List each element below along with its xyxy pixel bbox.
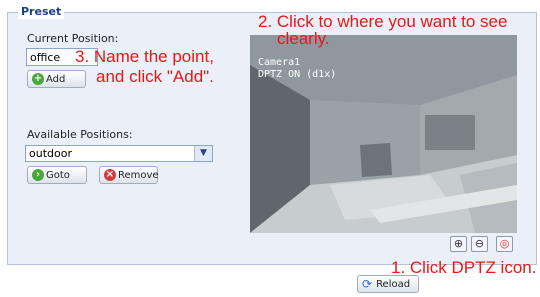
camera-name: Camera1 bbox=[258, 57, 301, 68]
remove-icon: × bbox=[104, 169, 116, 181]
reload-button-label: Reload bbox=[376, 278, 411, 290]
annotation-step-3-line1: 3. Name the point, bbox=[75, 47, 214, 66]
available-positions-label: Available Positions: bbox=[27, 128, 133, 141]
available-positions-select[interactable]: outdoor ▼ bbox=[25, 145, 213, 162]
zoom-in-icon[interactable]: ⊕ bbox=[450, 236, 467, 252]
annotation-step-2-line2: clearly. bbox=[277, 29, 330, 48]
current-position-label: Current Position: bbox=[27, 32, 119, 45]
add-button-label: Add bbox=[46, 73, 66, 85]
remove-button[interactable]: × Remove bbox=[99, 166, 159, 184]
reload-button[interactable]: ⟳ Reload bbox=[357, 275, 419, 293]
add-button[interactable]: + Add bbox=[27, 70, 86, 88]
chevron-down-icon[interactable]: ▼ bbox=[194, 146, 212, 161]
remove-button-label: Remove bbox=[118, 169, 159, 181]
preset-legend: Preset bbox=[18, 5, 65, 19]
goto-icon: › bbox=[32, 169, 44, 181]
annotation-step-3-line2: and click "Add". bbox=[96, 67, 214, 86]
add-icon: + bbox=[32, 73, 44, 85]
dptz-icon[interactable]: ◎ bbox=[496, 236, 513, 252]
zoom-out-icon[interactable]: ⊖ bbox=[471, 236, 488, 252]
goto-button[interactable]: › Goto bbox=[27, 166, 87, 184]
camera-view[interactable]: Camera1 DPTZ ON (d1x) bbox=[250, 35, 517, 233]
camera-status: DPTZ ON (d1x) bbox=[258, 69, 337, 80]
available-positions-value: outdoor bbox=[29, 147, 72, 160]
refresh-icon: ⟳ bbox=[362, 277, 373, 291]
goto-button-label: Goto bbox=[46, 169, 70, 181]
